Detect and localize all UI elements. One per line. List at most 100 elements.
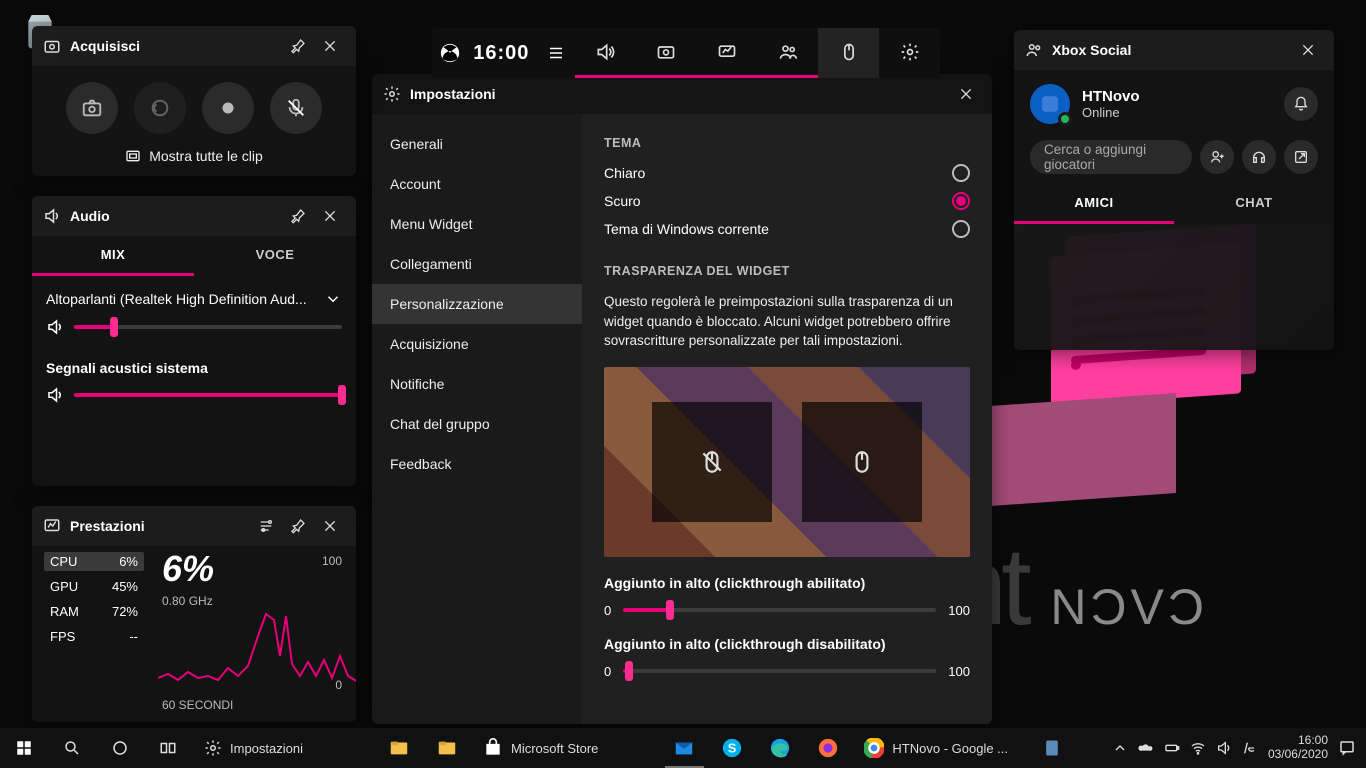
taskbar-chrome-label: HTNovo - Google ...	[892, 741, 1008, 756]
topbar-audio-button[interactable]	[575, 28, 636, 78]
cortana-button[interactable]	[96, 728, 144, 768]
gamebar-topbar: 16:00	[432, 28, 940, 78]
xbox-icon[interactable]	[439, 42, 461, 64]
tray-input-icon[interactable]	[1242, 740, 1258, 756]
tray-volume-icon[interactable]	[1216, 740, 1232, 756]
nav-feedback[interactable]: Feedback	[372, 444, 582, 484]
topbar-settings-button[interactable]	[879, 28, 940, 78]
perf-stat-list: CPU6% GPU45% RAM72% FPS--	[44, 552, 144, 646]
tab-friends[interactable]: AMICI	[1014, 184, 1174, 224]
close-button[interactable]	[314, 30, 346, 62]
tab-chat[interactable]: CHAT	[1174, 184, 1334, 224]
audio-widget: Audio MIX VOCE Altoparlanti (Realtek Hig…	[32, 196, 356, 486]
store-icon	[483, 738, 503, 758]
transparency-heading: TRASPARENZA DEL WIDGET	[604, 264, 970, 278]
headset-button[interactable]	[1242, 140, 1276, 174]
slider2-max: 100	[948, 664, 970, 679]
perf-stat-ram[interactable]: RAM72%	[44, 602, 144, 621]
presence-indicator	[1058, 112, 1072, 126]
topbar-capture-button[interactable]	[636, 28, 697, 78]
taskbar-app-mail[interactable]	[660, 728, 708, 768]
nav-generali[interactable]: Generali	[372, 124, 582, 164]
record-last-button[interactable]	[134, 82, 186, 134]
perf-graph	[158, 606, 356, 690]
theme-option-windows[interactable]: Tema di Windows corrente	[604, 220, 970, 238]
topbar-performance-button[interactable]	[696, 28, 757, 78]
screenshot-button[interactable]	[66, 82, 118, 134]
capture-icon	[42, 36, 62, 56]
nav-menu-widget[interactable]: Menu Widget	[372, 204, 582, 244]
radio-icon	[952, 164, 970, 182]
svg-text:S: S	[728, 741, 737, 756]
close-button[interactable]	[314, 510, 346, 542]
notifications-button[interactable]	[1284, 87, 1318, 121]
mic-toggle-button[interactable]	[270, 82, 322, 134]
tray-battery-icon[interactable]	[1164, 740, 1180, 756]
taskbar-app-chrome[interactable]: HTNovo - Google ...	[852, 728, 1028, 768]
taskbar: Impostazioni Microsoft Store S HTNovo - …	[0, 728, 1366, 768]
start-button[interactable]	[0, 728, 48, 768]
nav-personalizzazione[interactable]: Personalizzazione	[372, 284, 582, 324]
nav-collegamenti[interactable]: Collegamenti	[372, 244, 582, 284]
nav-notifiche[interactable]: Notifiche	[372, 364, 582, 404]
nav-chat-gruppo[interactable]: Chat del gruppo	[372, 404, 582, 444]
pin-button[interactable]	[282, 200, 314, 232]
settings-button[interactable]	[250, 510, 282, 542]
show-all-clips-link[interactable]: Mostra tutte le clip	[46, 148, 342, 164]
topbar-time-section: 16:00	[432, 28, 537, 78]
transparency-slider-enabled[interactable]	[623, 608, 936, 612]
taskbar-app-explorer-2[interactable]	[423, 728, 471, 768]
topbar-menu-button[interactable]	[537, 28, 575, 78]
tab-mix[interactable]: MIX	[32, 236, 194, 276]
share-button[interactable]	[1284, 140, 1318, 174]
taskbar-app-firefox[interactable]	[804, 728, 852, 768]
own-profile[interactable]: HTNovo Online	[1024, 74, 1324, 134]
transparency-slider-disabled[interactable]	[623, 669, 936, 673]
tab-voice[interactable]: VOCE	[194, 236, 356, 276]
output-device-select[interactable]: Altoparlanti (Realtek High Definition Au…	[46, 290, 342, 308]
close-button[interactable]	[950, 78, 982, 110]
taskbar-settings-label: Impostazioni	[230, 741, 303, 756]
device-volume-slider[interactable]	[74, 325, 342, 329]
topbar-mouse-button[interactable]	[818, 28, 879, 78]
search-button[interactable]	[48, 728, 96, 768]
close-button[interactable]	[1292, 34, 1324, 66]
taskbar-app-skype[interactable]: S	[708, 728, 756, 768]
chrome-icon	[864, 738, 884, 758]
tray-action-center-button[interactable]	[1338, 739, 1356, 757]
theme-option-dark[interactable]: Scuro	[604, 192, 970, 210]
taskbar-app-settings[interactable]: Impostazioni	[192, 728, 315, 768]
system-sounds-label: Segnali acustici sistema	[46, 360, 342, 376]
theme-heading: TEMA	[604, 136, 970, 150]
perf-stat-gpu[interactable]: GPU45%	[44, 577, 144, 596]
close-button[interactable]	[314, 200, 346, 232]
profile-status: Online	[1082, 105, 1140, 120]
taskbar-app-edge[interactable]	[756, 728, 804, 768]
taskbar-app-explorer[interactable]	[375, 728, 423, 768]
pin-button[interactable]	[282, 510, 314, 542]
tray-onedrive-icon[interactable]	[1138, 740, 1154, 756]
tray-time: 16:00	[1268, 734, 1328, 748]
search-players-input[interactable]: Cerca o aggiungi giocatori	[1030, 140, 1192, 174]
nav-account[interactable]: Account	[372, 164, 582, 204]
theme-option-light[interactable]: Chiaro	[604, 164, 970, 182]
transparency-description: Questo regolerà le preimpostazioni sulla…	[604, 292, 970, 351]
tray-overflow-button[interactable]	[1112, 740, 1128, 756]
record-button[interactable]	[202, 82, 254, 134]
topbar-social-button[interactable]	[757, 28, 818, 78]
tray-wifi-icon[interactable]	[1190, 740, 1206, 756]
system-volume-slider[interactable]	[74, 393, 342, 397]
task-view-button[interactable]	[144, 728, 192, 768]
perf-stat-fps[interactable]: FPS--	[44, 627, 144, 646]
tray-clock[interactable]: 16:00 03/06/2020	[1268, 734, 1328, 762]
perf-stat-cpu[interactable]: CPU6%	[44, 552, 144, 571]
perf-xaxis: 60 SECONDI	[162, 698, 233, 712]
search-placeholder: Cerca o aggiungi giocatori	[1044, 142, 1178, 172]
nav-acquisizione[interactable]: Acquisizione	[372, 324, 582, 364]
pin-button[interactable]	[282, 30, 314, 62]
avatar	[1030, 84, 1070, 124]
preview-card-clickthrough-on	[652, 402, 772, 522]
find-player-button[interactable]	[1200, 140, 1234, 174]
taskbar-app-store[interactable]: Microsoft Store	[471, 728, 610, 768]
taskbar-app-notes[interactable]	[1028, 728, 1076, 768]
